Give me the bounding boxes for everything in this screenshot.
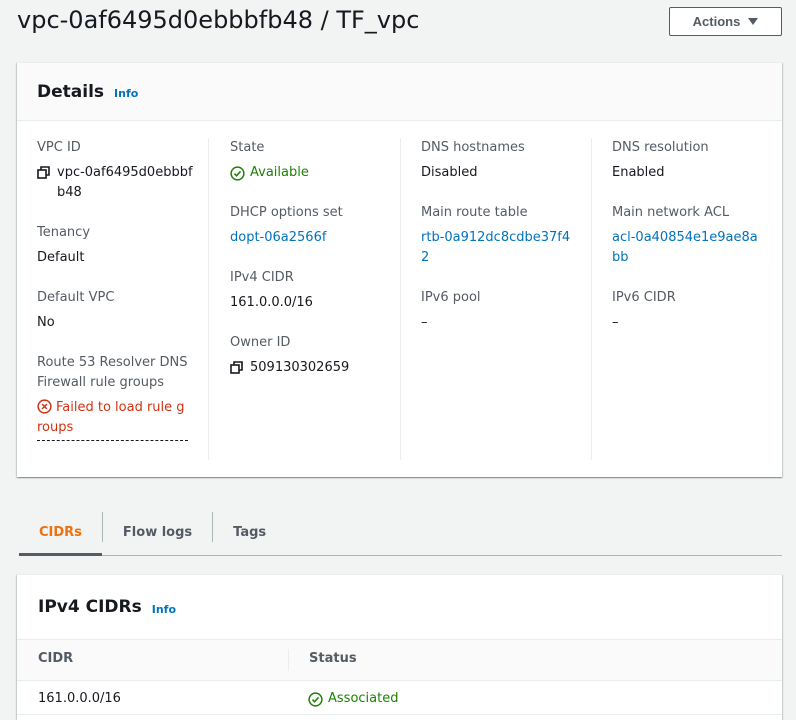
vpc-id-label: VPC ID — [37, 140, 81, 155]
dns-hostnames-field: DNS hostnames Disabled — [421, 138, 590, 183]
state-label: State — [230, 140, 265, 155]
copy-icon[interactable] — [230, 361, 244, 375]
default-vpc-field: Default VPC No — [37, 288, 207, 333]
tab-cidrs[interactable]: CIDRs — [19, 510, 102, 556]
main-route-table-field: Main route table rtb-0a912dc8cdbe37f42 — [421, 203, 590, 268]
tab-bar: CIDRs Flow logs Tags — [19, 510, 782, 556]
tab-tags[interactable]: Tags — [213, 510, 286, 555]
owner-id-field: Owner ID 509130302659 — [230, 333, 398, 378]
column-header-cidr[interactable]: CIDR — [38, 651, 73, 666]
ipv6-cidr-value: – — [612, 315, 619, 330]
dhcp-field: DHCP options set dopt-06a2566f — [230, 203, 398, 248]
vpc-id-field: VPC ID vpc-0af6495d0ebbbfb48 — [37, 138, 207, 203]
caret-down-icon — [748, 18, 759, 25]
owner-id-value-wrap: 509130302659 — [230, 358, 398, 378]
tenancy-field: Tenancy Default — [37, 223, 207, 268]
state-value: Available — [250, 165, 309, 180]
dns-hostnames-value: Disabled — [421, 165, 478, 180]
details-header: Details Info — [17, 63, 782, 121]
owner-id-label: Owner ID — [230, 335, 291, 350]
ipv4-cidrs-title: IPv4 CIDRs — [38, 597, 142, 617]
x-circle-icon — [37, 399, 52, 414]
ipv4-cidrs-panel: IPv4 CIDRs Info CIDR Status 161.0.0.0/16… — [17, 574, 782, 720]
ipv4-cidr-label: IPv4 CIDR — [230, 270, 294, 285]
main-network-acl-label: Main network ACL — [612, 205, 730, 220]
vpc-id-value-wrap: vpc-0af6495d0ebbbfb48 — [37, 163, 207, 203]
vpc-details-page: vpc-0af6495d0ebbbfb48 / TF_vpc Actions D… — [0, 0, 796, 720]
check-circle-icon — [230, 165, 245, 181]
tenancy-label: Tenancy — [37, 225, 91, 240]
table-header: CIDR Status — [17, 639, 782, 681]
default-vpc-value: No — [37, 315, 55, 330]
dns-resolution-field: DNS resolution Enabled — [612, 138, 781, 183]
details-panel: Details Info VPC ID vpc-0af6495d0ebbbfb4… — [17, 62, 782, 477]
details-column-4: DNS resolution Enabled Main network ACL … — [591, 138, 781, 460]
state-field: State Available — [230, 138, 398, 183]
dns-resolution-label: DNS resolution — [612, 140, 709, 155]
dns-resolution-value: Enabled — [612, 165, 665, 180]
resolver-error-link[interactable]: Failed to load rule groups — [37, 398, 188, 441]
ipv4-cidrs-info-link[interactable]: Info — [152, 603, 176, 616]
resolver-error-text: Failed to load rule groups — [37, 400, 185, 435]
check-circle-icon — [308, 691, 323, 707]
default-vpc-label: Default VPC — [37, 290, 115, 305]
vpc-id-value: vpc-0af6495d0ebbbfb48 — [57, 165, 193, 200]
ipv4-cidr-field: IPv4 CIDR 161.0.0.0/16 — [230, 268, 398, 313]
ipv6-pool-field: IPv6 pool – — [421, 288, 590, 333]
actions-button-label: Actions — [692, 14, 741, 29]
main-route-table-link[interactable]: rtb-0a912dc8cdbe37f42 — [421, 228, 571, 268]
main-network-acl-link[interactable]: acl-0a40854e1e9ae8abb — [612, 228, 762, 268]
column-divider — [288, 649, 289, 671]
table-row: 161.0.0.0/16 Associated — [17, 681, 782, 715]
copy-icon[interactable] — [37, 166, 51, 180]
dhcp-link[interactable]: dopt-06a2566f — [230, 228, 398, 248]
details-info-link[interactable]: Info — [114, 87, 138, 100]
resolver-field: Route 53 Resolver DNS Firewall rule grou… — [37, 353, 207, 441]
dhcp-label: DHCP options set — [230, 205, 343, 220]
ipv6-pool-label: IPv6 pool — [421, 290, 481, 305]
page-title: vpc-0af6495d0ebbbfb48 / TF_vpc — [17, 6, 420, 34]
actions-button[interactable]: Actions — [669, 7, 782, 36]
status-value: Associated — [328, 691, 399, 706]
ipv4-cidrs-header: IPv4 CIDRs Info — [17, 575, 782, 639]
ipv6-pool-value: – — [421, 315, 428, 330]
main-route-table-label: Main route table — [421, 205, 528, 220]
details-title: Details — [37, 81, 105, 102]
ipv6-cidr-label: IPv6 CIDR — [612, 290, 676, 305]
cidr-cell: 161.0.0.0/16 — [38, 691, 121, 706]
ipv6-cidr-field: IPv6 CIDR – — [612, 288, 781, 333]
dns-hostnames-label: DNS hostnames — [421, 140, 525, 155]
column-header-status[interactable]: Status — [309, 651, 357, 666]
state-value-wrap: Available — [230, 163, 398, 183]
details-column-1: VPC ID vpc-0af6495d0ebbbfb48 Tenancy Def… — [37, 138, 207, 461]
tab-flow-logs[interactable]: Flow logs — [103, 510, 212, 555]
resolver-error[interactable]: Failed to load rule groups — [37, 398, 207, 441]
tenancy-value: Default — [37, 250, 85, 265]
details-column-2: State Available DHCP options set dopt-06… — [208, 138, 398, 460]
details-column-3: DNS hostnames Disabled Main route table … — [400, 138, 590, 460]
status-cell: Associated — [308, 689, 398, 709]
owner-id-value: 509130302659 — [250, 360, 350, 375]
main-network-acl-field: Main network ACL acl-0a40854e1e9ae8abb — [612, 203, 781, 268]
resolver-label: Route 53 Resolver DNS Firewall rule grou… — [37, 355, 188, 390]
ipv4-cidr-value: 161.0.0.0/16 — [230, 295, 313, 310]
